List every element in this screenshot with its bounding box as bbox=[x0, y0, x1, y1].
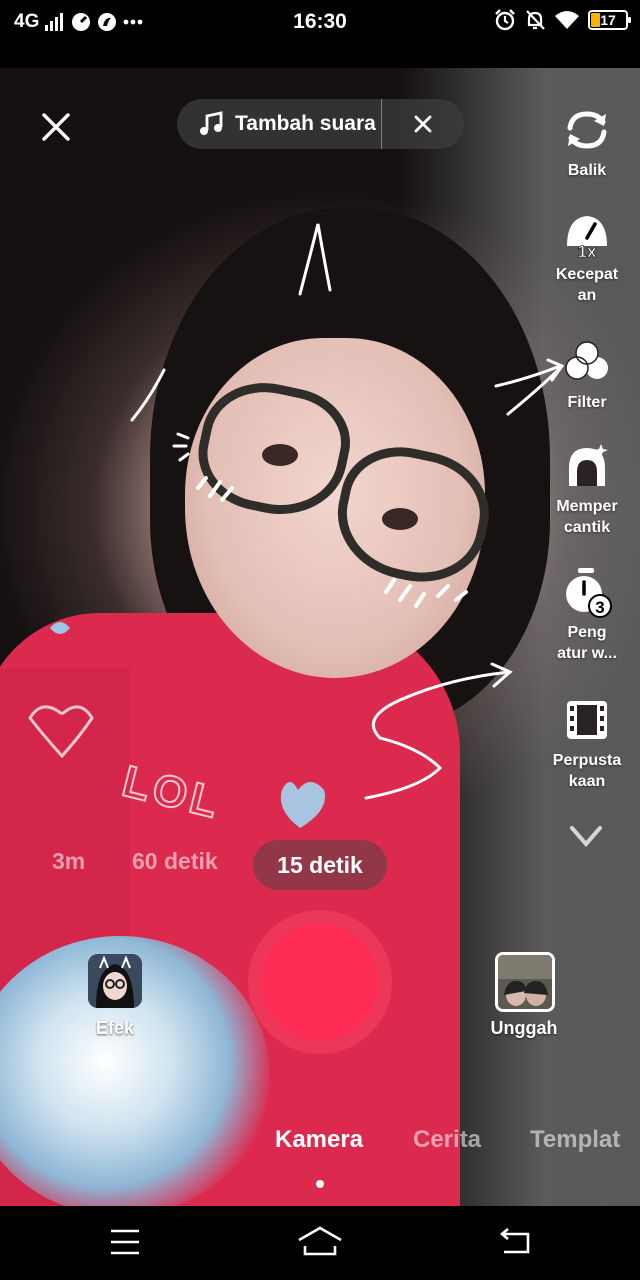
flip-camera-button[interactable]: Balik bbox=[542, 106, 632, 181]
speed-label-line2: an bbox=[577, 287, 597, 304]
filter-button[interactable]: Filter bbox=[542, 338, 632, 413]
close-icon[interactable] bbox=[36, 107, 76, 147]
upload-label: Unggah bbox=[490, 1018, 558, 1038]
chevron-down-icon[interactable] bbox=[568, 822, 604, 852]
speed-button[interactable]: 1x Kecepat an bbox=[542, 212, 632, 306]
beauty-icon bbox=[569, 444, 608, 486]
beauty-label-line1: Memper bbox=[556, 498, 618, 515]
status-right: 17 bbox=[494, 9, 631, 31]
duration-60s[interactable]: 60 detik bbox=[132, 848, 218, 875]
library-button[interactable]: Perpusta kaan bbox=[542, 698, 632, 792]
mode-story[interactable]: Cerita bbox=[413, 1126, 481, 1154]
alarm-icon bbox=[495, 9, 515, 31]
library-label-line2: kaan bbox=[568, 773, 606, 790]
duration-15s-label: 15 detik bbox=[277, 851, 363, 878]
duration-3m[interactable]: 3m bbox=[52, 848, 85, 875]
mode-camera[interactable]: Kamera bbox=[275, 1126, 363, 1154]
filter-icon bbox=[565, 341, 608, 380]
mute-icon bbox=[526, 10, 545, 30]
flip-camera-icon bbox=[567, 111, 607, 149]
filter-label: Filter bbox=[567, 394, 607, 411]
add-sound-label: Tambah suara bbox=[235, 112, 376, 135]
menu-icon[interactable] bbox=[100, 1222, 150, 1262]
timer-label-line2: atur w... bbox=[557, 645, 617, 662]
mode-indicator bbox=[316, 1180, 324, 1188]
timer-button[interactable]: 3 Peng atur w... bbox=[542, 566, 632, 664]
home-icon[interactable] bbox=[295, 1222, 345, 1262]
wifi-icon bbox=[555, 11, 579, 29]
beauty-button[interactable]: Memper cantik bbox=[542, 442, 632, 538]
navigation-bar bbox=[0, 1206, 640, 1280]
status-bar: 4G 16:30 17 bbox=[0, 0, 640, 44]
remove-sound-button[interactable] bbox=[382, 99, 464, 149]
beauty-label-line2: cantik bbox=[563, 519, 611, 536]
back-icon[interactable] bbox=[490, 1222, 540, 1262]
duration-15s[interactable]: 15 detik bbox=[253, 840, 387, 890]
add-sound-pill: Tambah suara bbox=[177, 99, 464, 149]
effects-thumbnail bbox=[88, 954, 142, 1008]
library-label-line1: Perpusta bbox=[552, 752, 622, 769]
timer-icon: 3 bbox=[566, 568, 612, 618]
record-button[interactable] bbox=[262, 924, 378, 1040]
add-sound-button[interactable]: Tambah suara bbox=[177, 99, 381, 149]
speed-value: 1x bbox=[578, 242, 597, 260]
speed-label-line1: Kecepat bbox=[555, 266, 619, 283]
effects-button[interactable] bbox=[88, 954, 142, 1008]
speed-gauge-icon: 1x bbox=[567, 216, 607, 260]
timer-label-line1: Peng bbox=[567, 624, 607, 641]
battery: 17 bbox=[588, 10, 631, 30]
effects-label: Efek bbox=[95, 1018, 135, 1038]
close-icon bbox=[414, 115, 432, 133]
mode-template[interactable]: Templat bbox=[530, 1126, 620, 1154]
upload-button[interactable] bbox=[495, 952, 555, 1012]
upload-thumbnail bbox=[498, 955, 552, 1009]
flip-label: Balik bbox=[567, 162, 607, 179]
film-library-icon bbox=[567, 701, 607, 739]
battery-percent: 17 bbox=[600, 12, 616, 28]
music-note-icon bbox=[200, 111, 223, 135]
timer-value: 3 bbox=[595, 598, 604, 617]
